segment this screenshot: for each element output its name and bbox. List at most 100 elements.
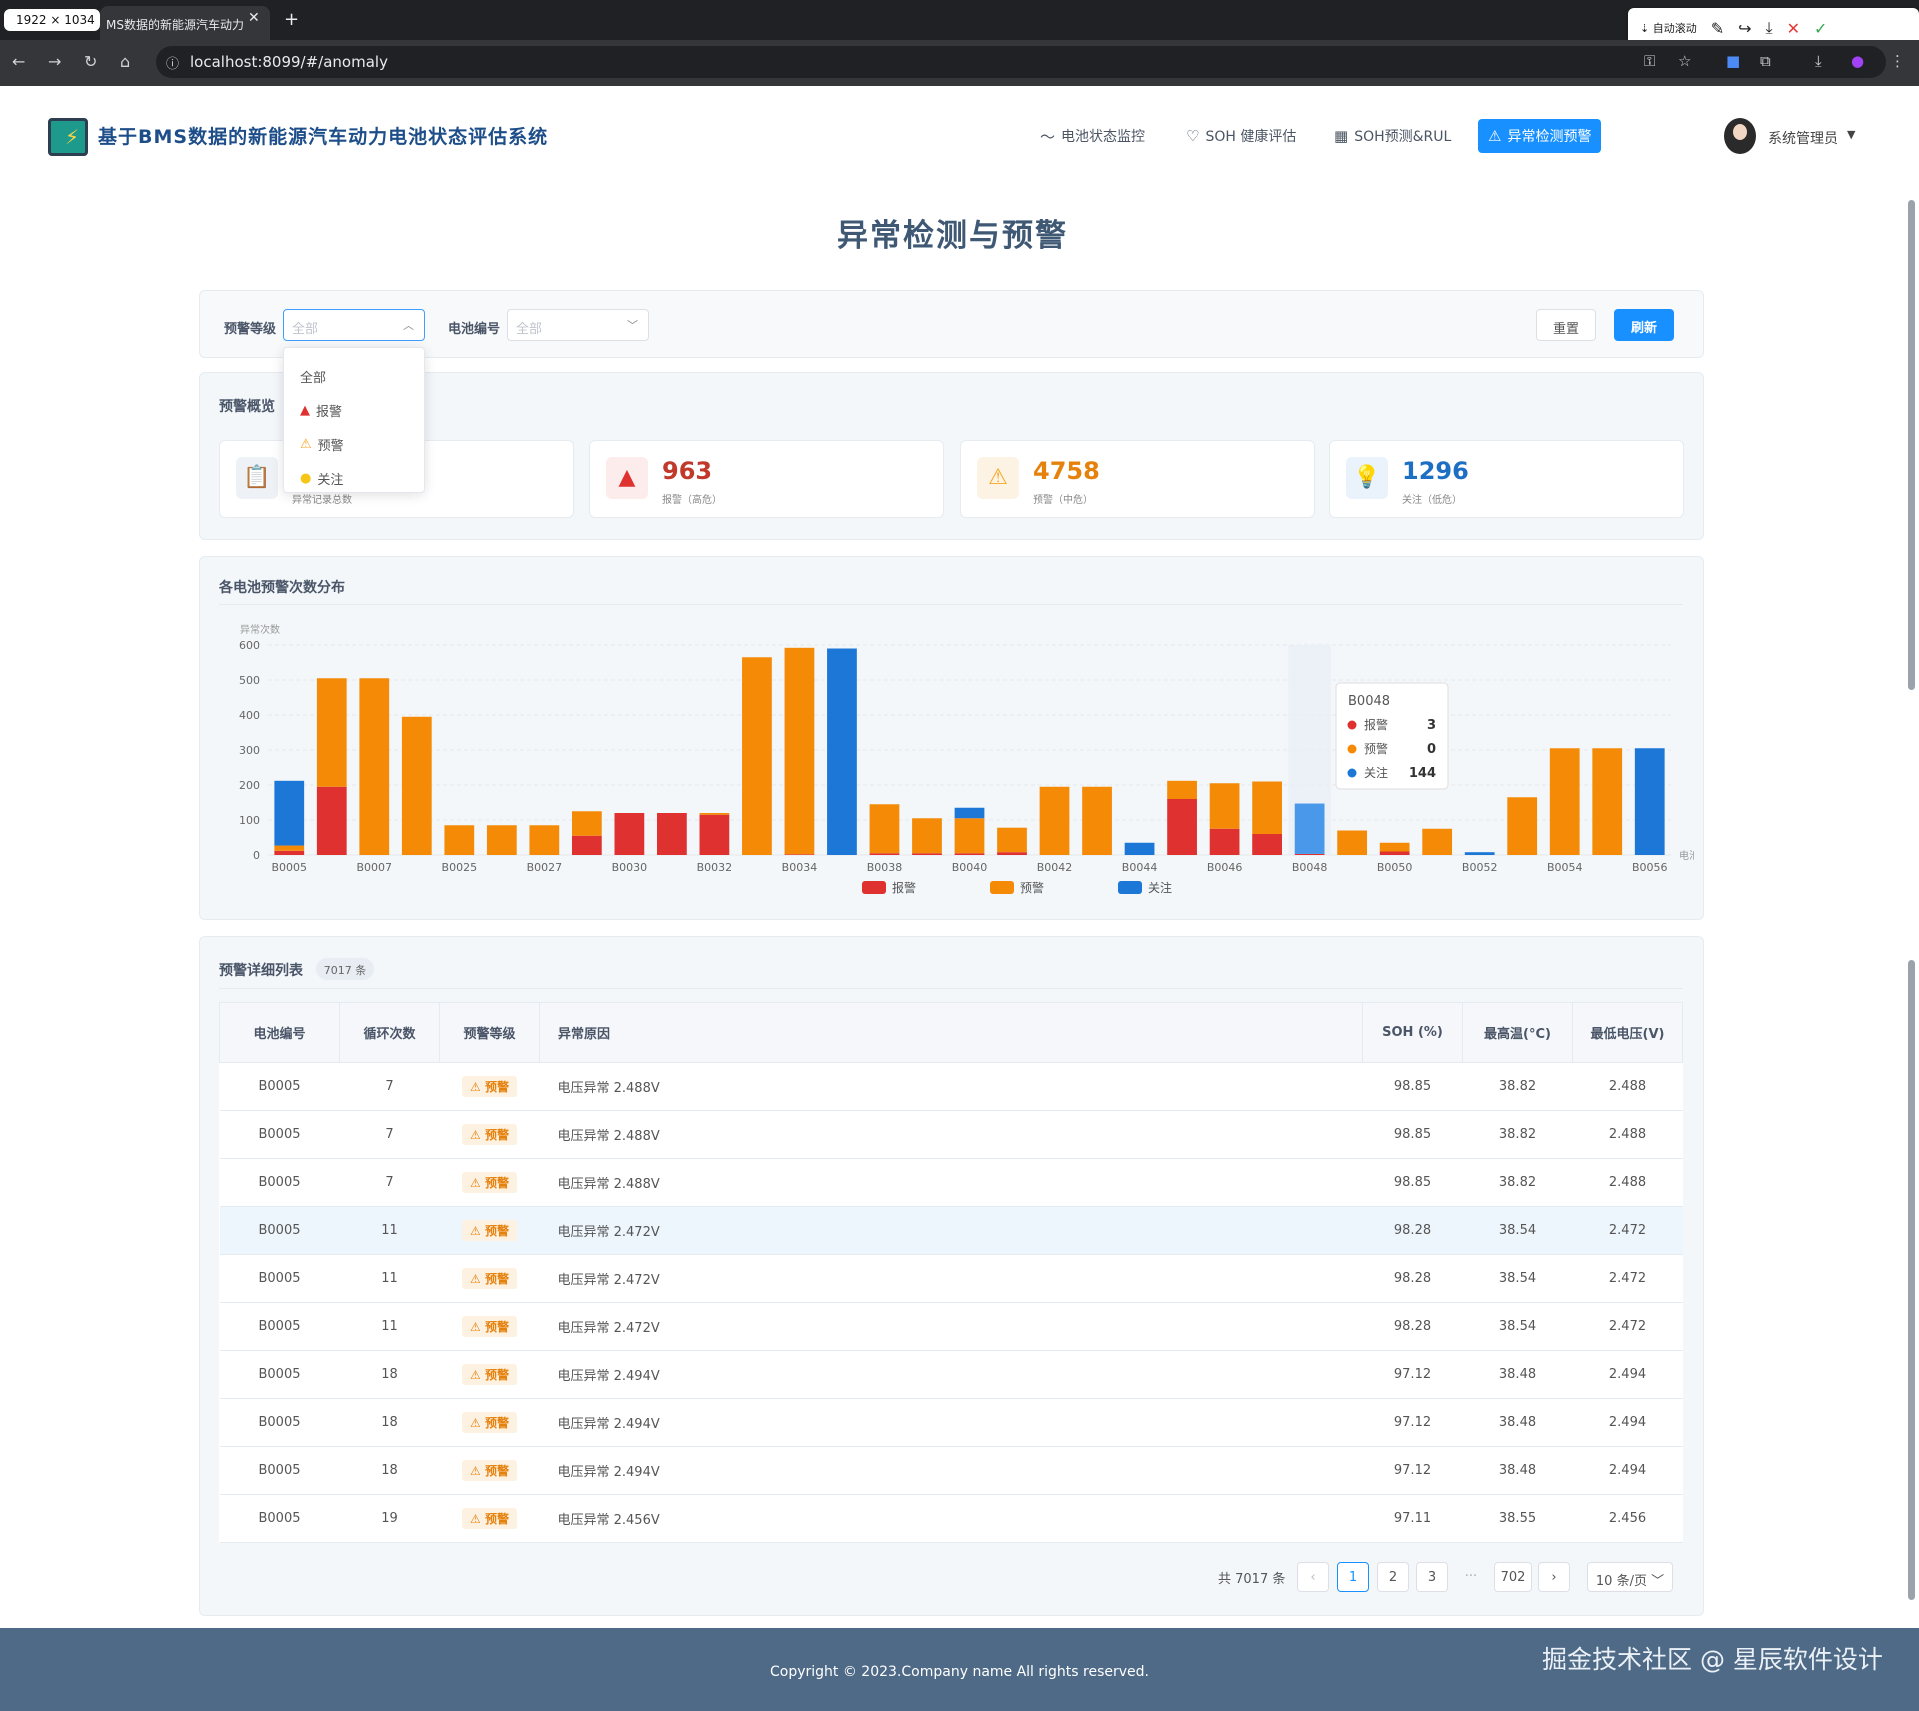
table-row[interactable]: B0005 19 ⚠ 预警 电压异常 2.456V 97.11 38.55 2.456 [219, 1494, 1683, 1543]
bar-segment [1294, 853, 1325, 855]
table-cell: 2.494 [1572, 1446, 1683, 1495]
refresh-button[interactable]: 刷新 [1614, 309, 1674, 341]
page-button-last[interactable]: 702 [1494, 1562, 1532, 1592]
table-row[interactable]: B0005 11 ⚠ 预警 电压异常 2.472V 98.28 38.54 2.472 [219, 1206, 1683, 1255]
forward-icon[interactable]: → [48, 52, 61, 71]
page-button-3[interactable]: 3 [1416, 1562, 1448, 1592]
menu-icon[interactable]: ⋮ [1890, 52, 1905, 70]
table-cell: 38.82 [1462, 1062, 1573, 1111]
back-icon[interactable]: ← [12, 52, 25, 71]
nav-anomaly-detection[interactable]: ⚠ 异常检测预警 [1478, 119, 1602, 153]
dropdown-option-warn[interactable]: ⚠ 预警 [284, 422, 424, 456]
x-tick-label: B0040 [952, 861, 988, 874]
profile-icon[interactable]: ● [1851, 52, 1864, 70]
tooltip-dot [1347, 744, 1357, 754]
table-row[interactable]: B0005 18 ⚠ 预警 电压异常 2.494V 97.12 38.48 2.494 [219, 1398, 1683, 1447]
pencil-icon[interactable]: ✎ [1711, 19, 1724, 38]
downloads-icon[interactable]: ⤓ [1815, 52, 1822, 70]
table-cell: 电压异常 2.494V [539, 1398, 1363, 1447]
tab-close-icon[interactable]: ✕ [248, 10, 260, 26]
star-icon[interactable]: ☆ [1678, 52, 1691, 70]
bar-segment [444, 825, 475, 855]
auto-scroll-button[interactable]: ⇣ 自动滚动 [1640, 20, 1697, 36]
level-tag: ⚠ 预警 [462, 1220, 517, 1241]
user-name[interactable]: 系统管理员 [1768, 128, 1838, 148]
table-row[interactable]: B0005 7 ⚠ 预警 电压异常 2.488V 98.85 38.82 2.488 [219, 1062, 1683, 1111]
table-cell: B0005 [219, 1206, 340, 1255]
page-size-select[interactable]: 10 条/页 ﹀ [1587, 1562, 1673, 1592]
column-header[interactable]: 预警等级 [439, 1002, 540, 1063]
level-tag: ⚠ 预警 [462, 1316, 517, 1337]
table-cell: 18 [339, 1398, 440, 1447]
nav-battery-monitor[interactable]: 〜电池状态监控 [1030, 119, 1155, 153]
level-select[interactable]: 全部 ︿ [283, 309, 425, 341]
dropdown-option-all[interactable]: 全部 [284, 354, 424, 388]
table-cell: ⚠ 预警 [439, 1206, 540, 1255]
column-header[interactable]: SOH (%) [1362, 1002, 1463, 1063]
nav-label: 电池状态监控 [1061, 129, 1146, 145]
table-cell: B0005 [219, 1446, 340, 1495]
next-page-icon[interactable]: › [1538, 1562, 1570, 1592]
bar-segment [997, 852, 1027, 855]
info-icon[interactable]: ⓘ [166, 53, 179, 72]
table-row[interactable]: B0005 7 ⚠ 预警 电压异常 2.488V 98.85 38.82 2.488 [219, 1158, 1683, 1207]
lightbulb-icon: 💡 [1346, 457, 1388, 499]
reset-button[interactable]: 重置 [1536, 309, 1596, 341]
close-icon[interactable]: ✕ [1787, 19, 1800, 38]
avatar[interactable] [1724, 118, 1756, 154]
browser-tab[interactable]: MS数据的新能源汽车动力 [100, 6, 270, 40]
y-tick-label: 400 [239, 709, 260, 722]
bar-segment [1634, 748, 1665, 855]
page-button-1[interactable]: 1 [1337, 1562, 1369, 1592]
column-header[interactable]: 最高温(°C) [1462, 1002, 1573, 1063]
home-icon[interactable]: ⌂ [120, 52, 130, 71]
table-row[interactable]: B0005 18 ⚠ 预警 电压异常 2.494V 97.12 38.48 2.494 [219, 1446, 1683, 1495]
bar-segment [827, 648, 857, 855]
column-header[interactable]: 循环次数 [339, 1002, 440, 1063]
column-header[interactable]: 最低电压(V) [1572, 1002, 1683, 1063]
table-row[interactable]: B0005 7 ⚠ 预警 电压异常 2.488V 98.85 38.82 2.488 [219, 1110, 1683, 1159]
extension-icon[interactable]: ■ [1726, 52, 1740, 70]
check-icon[interactable]: ✓ [1814, 19, 1827, 38]
dropdown-option-alarm[interactable]: ▲ 报警 [284, 388, 424, 422]
table-cell: 38.54 [1462, 1302, 1573, 1351]
page-ellipsis[interactable]: ··· [1455, 1562, 1487, 1592]
page-button-2[interactable]: 2 [1377, 1562, 1409, 1592]
nav-label: SOH预测&RUL [1354, 129, 1452, 145]
scrollbar-thumb[interactable] [1908, 200, 1915, 690]
puzzle-icon[interactable]: ⧉ [1760, 52, 1771, 70]
table-cell: 电压异常 2.488V [539, 1110, 1363, 1159]
tooltip-value: 3 [1427, 718, 1436, 733]
download-icon[interactable]: ⤓ [1766, 18, 1773, 38]
reload-icon[interactable]: ↻ [84, 52, 97, 71]
scrollbar[interactable] [1905, 190, 1917, 1630]
key-icon[interactable]: ⚿ [1644, 52, 1655, 70]
table-cell: ⚠ 预警 [439, 1398, 540, 1447]
option-label: 关注 [317, 472, 344, 488]
column-header[interactable]: 异常原因 [539, 1002, 1363, 1063]
scrollbar-thumb[interactable] [1908, 960, 1915, 1600]
dropdown-option-watch[interactable]: ● 关注 [284, 456, 424, 490]
column-header[interactable]: 电池编号 [219, 1002, 340, 1063]
bar-segment [954, 807, 985, 819]
address-bar[interactable]: localhost:8099/#/anomaly [156, 46, 1886, 78]
x-tick-label: B0046 [1207, 861, 1243, 874]
table-cell: ⚠ 预警 [439, 1254, 540, 1303]
table-cell: B0005 [219, 1062, 340, 1111]
chevron-down-icon: ﹀ [627, 319, 638, 332]
nav-soh-assessment[interactable]: ♡ SOH 健康评估 [1176, 119, 1306, 153]
table-cell: 38.54 [1462, 1206, 1573, 1255]
share-icon[interactable]: ↪ [1738, 19, 1751, 38]
caret-down-icon[interactable]: ▼ [1847, 128, 1855, 141]
table-cell: 38.48 [1462, 1398, 1573, 1447]
new-tab-icon[interactable]: + [284, 9, 299, 30]
nav-soh-prediction[interactable]: ▦ SOH预测&RUL [1324, 119, 1461, 153]
table-row[interactable]: B0005 11 ⚠ 预警 电压异常 2.472V 98.28 38.54 2.472 [219, 1254, 1683, 1303]
battery-select[interactable]: 全部 ﹀ [507, 309, 649, 341]
table-row[interactable]: B0005 18 ⚠ 预警 电压异常 2.494V 97.12 38.48 2.494 [219, 1350, 1683, 1399]
x-tick-label: B0038 [867, 861, 903, 874]
warning-distribution-chart[interactable]: 异常次数 0 100 200 300 400 500 600 B0005 B0007 B0025 B0… [216, 605, 1694, 905]
table-row[interactable]: B0005 11 ⚠ 预警 电压异常 2.472V 98.28 38.54 2.472 [219, 1302, 1683, 1351]
prev-page-icon[interactable]: ‹ [1297, 1562, 1329, 1592]
chart-title: 各电池预警次数分布 [219, 580, 345, 596]
